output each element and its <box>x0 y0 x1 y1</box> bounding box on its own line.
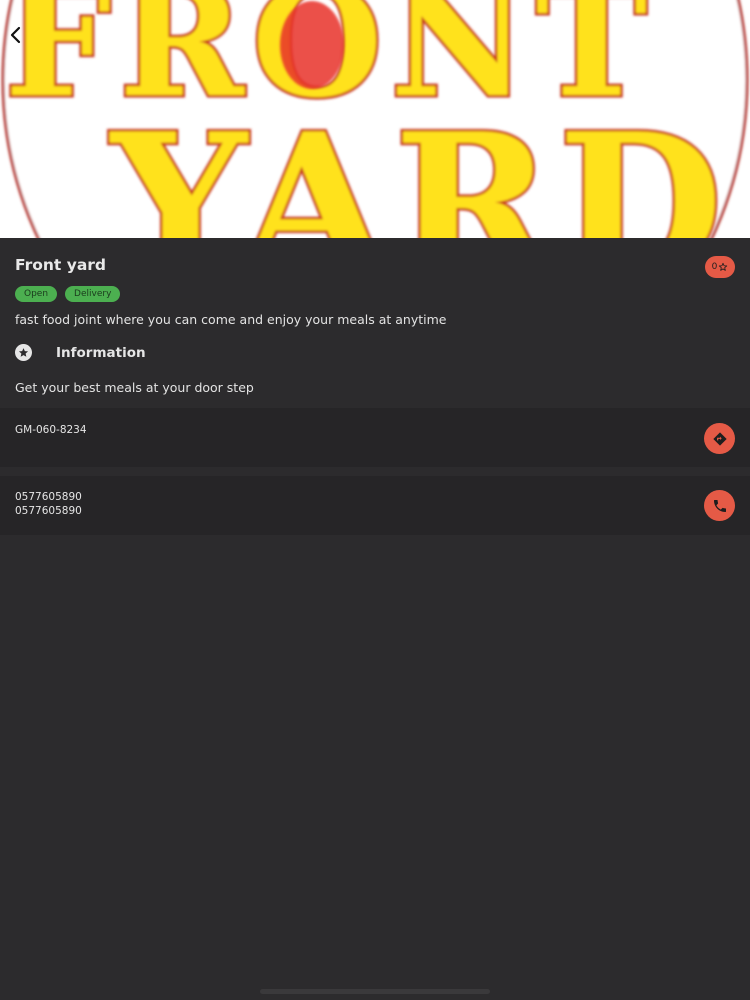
restaurant-cover-image: FRONT YARD <box>0 0 750 238</box>
phone-card: 0577605890 0577605890 <box>0 476 750 535</box>
phone-numbers: 0577605890 0577605890 <box>15 490 82 518</box>
restaurant-detail-screen: FRONT YARD Front yard 0 Open Delivery fa… <box>0 0 750 1000</box>
restaurant-name: Front yard <box>15 256 107 274</box>
status-tags: Open Delivery <box>15 286 121 302</box>
chevron-left-icon <box>10 26 21 44</box>
tag-delivery: Delivery <box>65 286 121 302</box>
phone-icon <box>713 499 726 512</box>
tag-open: Open <box>15 286 58 302</box>
back-button[interactable] <box>8 26 36 54</box>
restaurant-description: fast food joint where you can come and e… <box>15 312 447 327</box>
rating-badge[interactable]: 0 <box>705 256 735 278</box>
front-yard-logo: FRONT YARD <box>1 0 749 238</box>
rating-value: 0 <box>711 262 718 272</box>
star-outline-icon <box>719 262 728 271</box>
address-code: GM-060-8234 <box>15 424 87 436</box>
directions-icon <box>712 431 727 446</box>
phone-number-secondary: 0577605890 <box>15 505 82 517</box>
information-text: Get your best meals at your door step <box>15 380 254 395</box>
address-card: GM-060-8234 <box>0 408 750 467</box>
information-title: Information <box>56 344 146 361</box>
home-indicator[interactable] <box>260 989 490 994</box>
star-circle-icon <box>15 344 32 361</box>
call-button[interactable] <box>704 490 735 521</box>
directions-button[interactable] <box>704 423 735 454</box>
information-header: Information <box>15 344 146 361</box>
phone-number-primary: 0577605890 <box>15 491 82 503</box>
logo-text-yard: YARD <box>109 92 729 238</box>
